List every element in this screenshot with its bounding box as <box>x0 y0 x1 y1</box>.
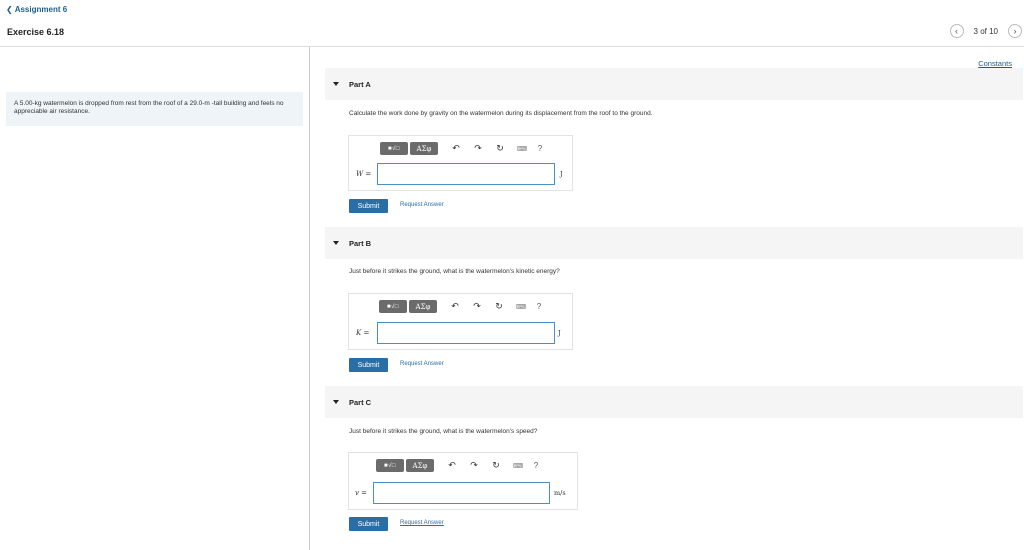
reset-icon[interactable]: ↻ <box>493 301 505 313</box>
redo-icon[interactable]: ↷ <box>471 301 483 313</box>
symbols-button[interactable]: ΑΣφ <box>410 142 438 155</box>
templates-button[interactable]: ■√□ <box>379 300 407 313</box>
part-title: Part B <box>349 238 372 248</box>
pager-position: 3 of 10 <box>973 26 998 36</box>
part-a-header[interactable]: Part A <box>325 68 1023 100</box>
part-b-submit-button[interactable]: Submit <box>349 358 388 372</box>
unit-label: m/s <box>554 489 566 497</box>
answer-input[interactable] <box>377 322 555 344</box>
back-link-label: Assignment 6 <box>14 5 68 14</box>
chevron-right-icon: › <box>1013 26 1017 36</box>
part-b-question: Just before it strikes the ground, what … <box>349 268 560 275</box>
collapse-triangle-icon <box>333 82 339 86</box>
chevron-left-icon: ❮ <box>6 5 13 14</box>
collapse-triangle-icon <box>333 241 339 245</box>
part-title: Part C <box>349 397 372 407</box>
part-c-question: Just before it strikes the ground, what … <box>349 428 538 435</box>
exercise-pager: ‹ 3 of 10 › <box>949 24 1022 38</box>
templates-button[interactable]: ■√□ <box>380 142 408 155</box>
redo-icon[interactable]: ↷ <box>468 460 480 472</box>
constants-link[interactable]: Constants <box>978 59 1012 68</box>
symbols-button[interactable]: ΑΣφ <box>406 459 434 472</box>
part-a-answer-card: ■√□ ΑΣφ ↶ ↷ ↻ ⌨ ? W = J <box>348 135 573 191</box>
part-b-header[interactable]: Part B <box>325 227 1023 259</box>
symbols-button[interactable]: ΑΣφ <box>409 300 437 313</box>
part-b-answer-card: ■√□ ΑΣφ ↶ ↷ ↻ ⌨ ? K = J <box>348 293 573 350</box>
part-b-request-answer-link[interactable]: Request Answer <box>400 361 444 367</box>
chevron-left-icon: ‹ <box>955 26 959 36</box>
math-toolbar: ■√□ ΑΣφ ↶ ↷ ↻ ⌨ ? <box>376 459 542 472</box>
next-exercise-button[interactable]: › <box>1008 24 1022 38</box>
exercise-title: Exercise 6.18 <box>7 27 65 37</box>
help-button[interactable]: ? <box>530 460 542 472</box>
panel-divider <box>309 47 310 550</box>
answer-input[interactable] <box>373 482 550 504</box>
reset-icon[interactable]: ↻ <box>494 143 506 155</box>
problem-statement: A 5.00-kg watermelon is dropped from res… <box>6 92 303 126</box>
templates-button[interactable]: ■√□ <box>376 459 404 472</box>
part-c-answer-card: ■√□ ΑΣφ ↶ ↷ ↻ ⌨ ? v = m/s <box>348 452 578 510</box>
help-button[interactable]: ? <box>533 301 545 313</box>
undo-icon[interactable]: ↶ <box>450 143 462 155</box>
reset-icon[interactable]: ↻ <box>490 460 502 472</box>
collapse-triangle-icon <box>333 400 339 404</box>
math-toolbar: ■√□ ΑΣφ ↶ ↷ ↻ ⌨ ? <box>380 142 546 155</box>
help-button[interactable]: ? <box>534 143 546 155</box>
variable-label: K = <box>356 329 370 337</box>
variable-label: v = <box>355 489 368 497</box>
problem-text: A 5.00-kg watermelon is dropped from res… <box>14 100 284 115</box>
undo-icon[interactable]: ↶ <box>449 301 461 313</box>
unit-label: J <box>560 170 563 178</box>
part-c-request-answer-link[interactable]: Request Answer <box>400 520 444 526</box>
undo-icon[interactable]: ↶ <box>446 460 458 472</box>
part-a-question: Calculate the work done by gravity on th… <box>349 110 653 117</box>
previous-exercise-button[interactable]: ‹ <box>949 24 964 38</box>
variable-label: W = <box>356 170 372 178</box>
keyboard-icon[interactable]: ⌨ <box>516 143 528 155</box>
part-c-header[interactable]: Part C <box>325 386 1023 418</box>
redo-icon[interactable]: ↷ <box>472 143 484 155</box>
keyboard-icon[interactable]: ⌨ <box>515 301 527 313</box>
back-to-assignment-link[interactable]: ❮ Assignment 6 <box>6 5 67 14</box>
part-c-submit-button[interactable]: Submit <box>349 517 388 531</box>
math-toolbar: ■√□ ΑΣφ ↶ ↷ ↻ ⌨ ? <box>379 300 545 313</box>
unit-label: J <box>558 329 561 337</box>
keyboard-icon[interactable]: ⌨ <box>512 460 524 472</box>
part-title: Part A <box>349 79 371 89</box>
part-a-request-answer-link[interactable]: Request Answer <box>400 202 444 208</box>
header-divider <box>0 46 1024 47</box>
answer-input[interactable] <box>377 163 555 185</box>
part-a-submit-button[interactable]: Submit <box>349 199 388 213</box>
